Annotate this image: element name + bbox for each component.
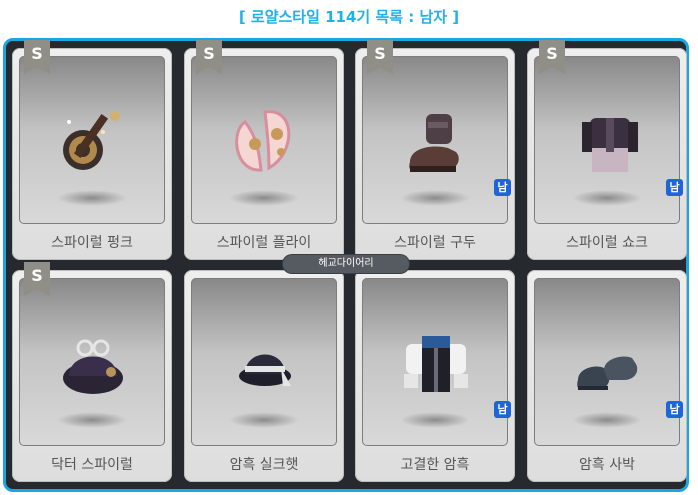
spiral-fly-wing-icon xyxy=(225,92,305,192)
item-card-spiral-fly[interactable]: S 스파이럴 플라이 xyxy=(184,40,344,260)
item-shadow xyxy=(57,412,127,428)
s-rank-ribbon-icon: S xyxy=(22,40,52,76)
svg-text:S: S xyxy=(374,44,386,63)
item-shadow xyxy=(572,412,642,428)
item-preview xyxy=(534,56,680,224)
item-name: 닥터 스파이럴 xyxy=(51,457,133,473)
item-shadow xyxy=(400,190,470,206)
male-badge: 남 xyxy=(494,401,511,418)
item-preview xyxy=(191,278,337,446)
svg-text:S: S xyxy=(546,44,558,63)
item-name: 스파이럴 펑크 xyxy=(51,235,133,251)
item-shadow xyxy=(229,412,299,428)
item-shadow xyxy=(57,190,127,206)
male-badge: 남 xyxy=(666,179,683,196)
item-card-dark-silk-hat[interactable]: 암흑 실크햇 xyxy=(184,270,344,482)
item-name: 스파이럴 구두 xyxy=(394,235,476,251)
item-name: 스파이럴 쇼크 xyxy=(566,235,648,251)
spiral-shoes-icon xyxy=(396,92,476,192)
item-card-dark-shoes[interactable]: 남 암흑 사박 xyxy=(527,270,687,482)
page-title: [ 로얄스타일 114기 목록 : 남자 ] xyxy=(238,8,460,26)
svg-text:S: S xyxy=(31,266,43,285)
dark-shoes-icon xyxy=(568,314,648,414)
male-badge: 남 xyxy=(494,179,511,196)
svg-text:S: S xyxy=(31,44,43,63)
item-preview xyxy=(191,56,337,224)
noble-dark-outfit-icon xyxy=(396,314,476,414)
item-preview xyxy=(19,278,165,446)
spiral-punk-weapon-icon xyxy=(53,92,133,192)
s-rank-ribbon-icon: S xyxy=(194,40,224,76)
item-name: 고결한 암흑 xyxy=(400,457,470,473)
item-shadow xyxy=(400,412,470,428)
s-rank-ribbon-icon: S xyxy=(22,262,52,298)
item-card-spiral-shoes[interactable]: S 남 스파이럴 구두 xyxy=(355,40,515,260)
item-preview xyxy=(362,56,508,224)
spiral-shock-outfit-icon xyxy=(568,92,648,192)
item-preview xyxy=(362,278,508,446)
item-preview xyxy=(19,56,165,224)
item-shadow xyxy=(229,190,299,206)
item-preview xyxy=(534,278,680,446)
svg-text:S: S xyxy=(203,44,215,63)
item-shadow xyxy=(572,190,642,206)
watermark-tooltip: 헤교다이어리 xyxy=(283,255,409,273)
dark-silk-hat-icon xyxy=(225,314,305,414)
item-name: 암흑 사박 xyxy=(579,457,635,473)
item-card-noble-dark[interactable]: 남 고결한 암흑 xyxy=(355,270,515,482)
male-badge: 남 xyxy=(666,401,683,418)
s-rank-ribbon-icon: S xyxy=(537,40,567,76)
item-card-doctor-spiral[interactable]: S 닥터 스파이럴 xyxy=(12,262,172,482)
item-card-spiral-punk[interactable]: S 스파이럴 펑크 xyxy=(12,40,172,260)
item-card-spiral-shock[interactable]: S 남 스파이럴 쇼크 xyxy=(527,40,687,260)
s-rank-ribbon-icon: S xyxy=(365,40,395,76)
item-name: 암흑 실크햇 xyxy=(229,457,299,473)
doctor-spiral-hat-icon xyxy=(53,314,133,414)
item-name: 스파이럴 플라이 xyxy=(216,235,312,251)
